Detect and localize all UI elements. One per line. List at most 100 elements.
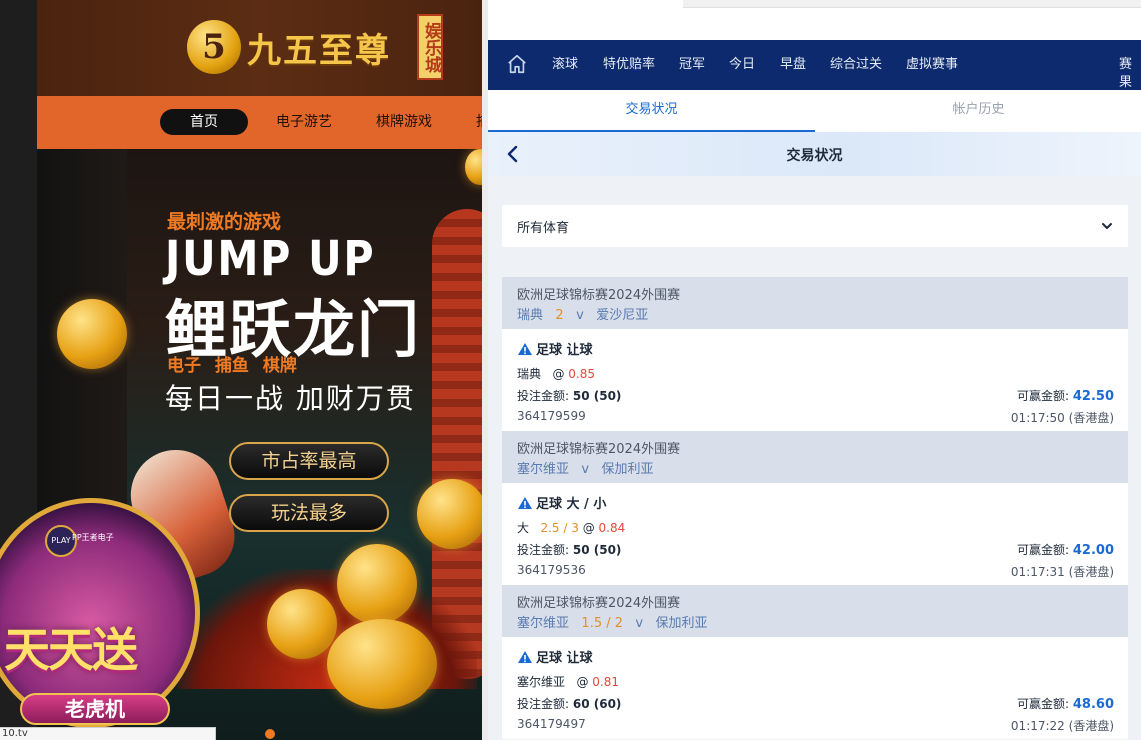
league-name: 欧洲足球锦标赛2024外围赛: [517, 596, 681, 611]
bet-selection: 瑞典 @ 0.85: [517, 365, 595, 382]
nav-live[interactable]: 滚球: [552, 56, 578, 74]
stake-amount: 50 (50): [572, 389, 622, 403]
coin-image: [267, 589, 337, 659]
bet-match-header: 欧洲足球锦标赛2024外围赛 瑞典 2 v 爱沙尼亚: [502, 277, 1128, 329]
banner-slogan: 每日一战 加财万贯: [165, 382, 416, 415]
stake-label: 投注金额:: [517, 543, 570, 557]
page-header: 交易状况: [488, 132, 1141, 176]
away-team: 爱沙尼亚: [596, 308, 649, 323]
address-bar-edge: [683, 0, 1141, 8]
stake-row: 投注金额: 50 (50): [517, 541, 621, 558]
nav-virtual[interactable]: 虚拟赛事: [906, 56, 958, 74]
coin-image: [337, 544, 417, 624]
away-team: 保加利亚: [655, 616, 708, 631]
nav-item-cards[interactable]: 棋牌游戏: [376, 109, 432, 135]
ticket-id: 364179599: [517, 409, 586, 423]
logo-mark: 5: [187, 20, 241, 74]
win-amount: 42.50: [1072, 389, 1114, 404]
bet-time: 01:17:31 (香港盘): [1010, 565, 1114, 579]
home-team: 塞尔维亚: [517, 616, 570, 631]
market-name: 足球 让球: [536, 343, 593, 358]
win-row: 可赢金额: 42.00: [1017, 541, 1114, 558]
match-teams: 塞尔维亚 1.5 / 2 v 保加利亚: [517, 612, 708, 631]
casino-logo[interactable]: 5 九五至尊: [187, 14, 391, 80]
stake-label: 投注金额:: [517, 389, 570, 403]
page-title: 交易状况: [786, 148, 843, 164]
bet-market: 足球 让球: [517, 647, 593, 666]
logo-text: 九五至尊: [247, 30, 391, 71]
market-name: 足球 大 / 小: [536, 497, 607, 512]
away-team: 保加利亚: [601, 462, 654, 477]
bet-match-header: 欧洲足球锦标赛2024外围赛 塞尔维亚 v 保加利亚: [502, 431, 1128, 483]
odds-prefix: @: [552, 367, 565, 381]
sportsbook-panel: 滚球 特优赔率 冠军 今日 早盘 综合过关 虚拟赛事 赛果 交易状况 帐户历史 …: [488, 0, 1141, 740]
bet-selection: 塞尔维亚 @ 0.81: [517, 673, 619, 690]
slot-promo-title: 天天送: [4, 623, 138, 677]
tab-bar: 交易状况 帐户历史: [488, 90, 1141, 132]
match-teams: 瑞典 2 v 爱沙尼亚: [517, 304, 648, 323]
market-share-button[interactable]: 市占率最高: [229, 442, 389, 480]
odds-value: 0.84: [598, 521, 626, 535]
win-row: 可赢金额: 48.60: [1017, 695, 1114, 712]
slot-promo-subtitle: 老虎机: [20, 693, 170, 725]
league-name: 欧洲足球锦标赛2024外围赛: [517, 442, 681, 457]
selection-name: 塞尔维亚: [517, 675, 566, 689]
bet-detail: 足球 让球 塞尔维亚 @ 0.81 投注金额: 60 (60) 可赢金额: 48…: [502, 637, 1128, 739]
tab-transactions[interactable]: 交易状况: [488, 90, 815, 132]
bet-time: 01:17:22 (香港盘): [1010, 719, 1114, 733]
bet-time: 01:17:50 (香港盘): [1010, 411, 1114, 425]
coin-image: [327, 619, 437, 709]
win-amount: 48.60: [1072, 697, 1114, 712]
match-handicap: 2: [555, 308, 564, 323]
match-handicap: 1.5 / 2: [581, 616, 624, 631]
vs-label: v: [576, 308, 584, 323]
bet-detail: 足球 让球 瑞典 @ 0.85 投注金额: 50 (50) 可赢金额: 42.5…: [502, 329, 1128, 431]
sport-filter-select[interactable]: 所有体育: [502, 205, 1128, 247]
ticket-id: 364179536: [517, 563, 586, 577]
nav-item-home[interactable]: 首页: [160, 109, 248, 135]
warning-icon: [518, 496, 532, 509]
coin-image: [57, 299, 127, 369]
stake-amount: 60 (60): [572, 697, 622, 711]
nav-results[interactable]: 赛果: [1119, 56, 1141, 90]
win-label: 可赢金额:: [1017, 389, 1070, 403]
sport-filter-value: 所有体育: [517, 221, 570, 236]
provider-text: PP王者电子: [72, 533, 114, 542]
bet-match-header: 欧洲足球锦标赛2024外围赛 塞尔维亚 1.5 / 2 v 保加利亚: [502, 585, 1128, 637]
casino-header: 5 九五至尊 娱乐城: [37, 0, 482, 96]
bet-detail: 足球 大 / 小 大 2.5 / 3 @ 0.84 投注金额: 50 (50) …: [502, 483, 1128, 585]
market-name: 足球 让球: [536, 651, 593, 666]
nav-early[interactable]: 早盘: [780, 56, 806, 74]
nav-today[interactable]: 今日: [729, 56, 755, 74]
win-label: 可赢金额:: [1017, 543, 1070, 557]
nav-parlay[interactable]: 综合过关: [830, 56, 882, 74]
logo-badge: 娱乐城: [417, 14, 443, 80]
home-icon[interactable]: [506, 53, 528, 75]
chevron-down-icon: [1102, 223, 1112, 229]
bet-selection: 大 2.5 / 3 @ 0.84: [517, 519, 625, 536]
carousel-dot[interactable]: [265, 729, 275, 739]
casino-panel: 5 九五至尊 娱乐城 首页 电子游艺 棋牌游戏 捕 最刺激的游戏 JUMP UP…: [0, 0, 482, 740]
coin-image: [417, 479, 482, 549]
bet-market: 足球 大 / 小: [517, 493, 606, 512]
banner-categories: 电子 捕鱼 棋牌: [167, 356, 297, 376]
win-label: 可赢金额:: [1017, 697, 1070, 711]
tab-account-history[interactable]: 帐户历史: [815, 90, 1141, 132]
warning-icon: [518, 342, 532, 355]
banner-subtitle: 最刺激的游戏: [167, 211, 282, 233]
league-name: 欧洲足球锦标赛2024外围赛: [517, 288, 681, 303]
odds-value: 0.81: [592, 675, 620, 689]
coin-image: [465, 149, 482, 185]
nav-special-odds[interactable]: 特优赔率: [603, 56, 655, 74]
most-games-button[interactable]: 玩法最多: [229, 494, 389, 532]
sport-nav: 滚球 特优赔率 冠军 今日 早盘 综合过关 虚拟赛事 赛果: [488, 40, 1141, 90]
ticket-id: 364179497: [517, 717, 586, 731]
odds-prefix: @: [582, 521, 595, 535]
home-team: 瑞典: [517, 308, 544, 323]
nav-outright[interactable]: 冠军: [679, 56, 705, 74]
selection-handicap: 2.5 / 3: [540, 521, 579, 535]
home-team: 塞尔维亚: [517, 462, 570, 477]
bet-market: 足球 让球: [517, 339, 593, 358]
nav-item-slots[interactable]: 电子游艺: [276, 109, 332, 135]
screen: 5 九五至尊 娱乐城 首页 电子游艺 棋牌游戏 捕 最刺激的游戏 JUMP UP…: [0, 0, 1141, 740]
